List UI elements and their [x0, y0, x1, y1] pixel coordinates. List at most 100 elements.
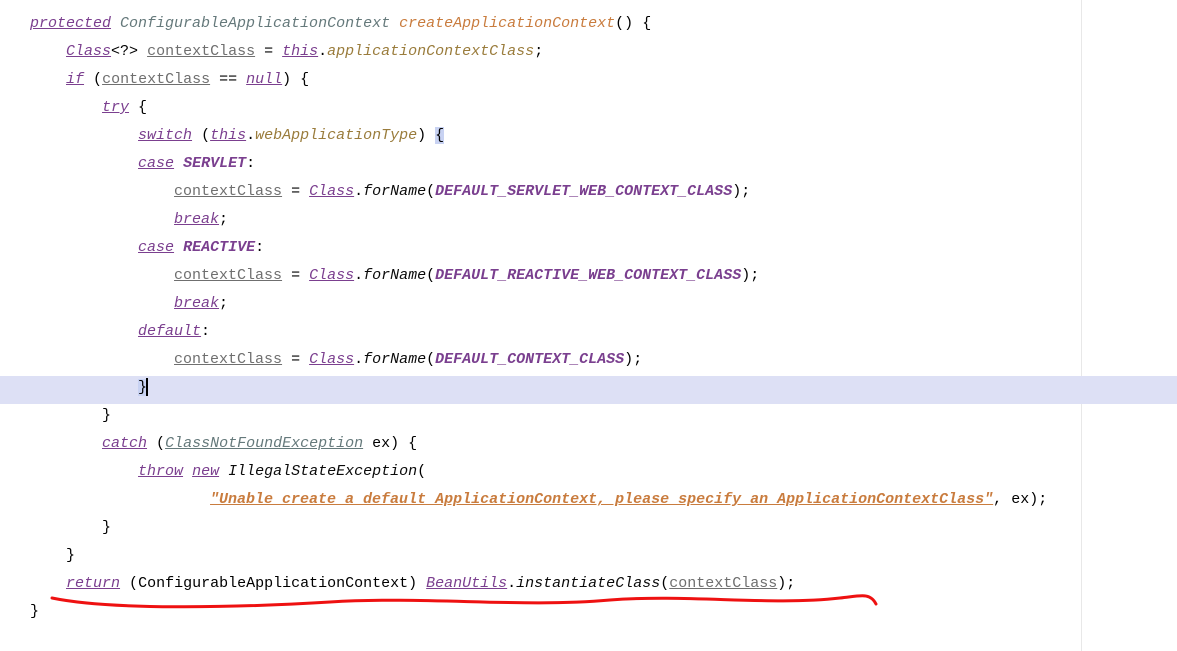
semicolon: ; [219, 211, 228, 228]
code-line: } [0, 598, 1177, 626]
code-line: if (contextClass == null) { [0, 66, 1177, 94]
var-contextclass: contextClass [102, 71, 210, 88]
code-line: switch (this.webApplicationType) { [0, 122, 1177, 150]
keyword-case: case [138, 155, 174, 172]
current-line-highlight [0, 376, 1177, 404]
field-webapplicationtype: webApplicationType [255, 127, 417, 144]
space [120, 575, 129, 592]
exception-class: ClassNotFoundException [165, 435, 363, 452]
dot: . [354, 267, 363, 284]
semicolon: ; [1038, 491, 1047, 508]
paren-close: ) [282, 71, 291, 88]
paren-open: ( [129, 575, 138, 592]
equals: = [282, 267, 309, 284]
brace-close: } [30, 603, 39, 620]
paren-open: ( [201, 127, 210, 144]
keyword-throw: throw [138, 463, 183, 480]
paren-open: ( [615, 15, 624, 32]
equals: = [282, 183, 309, 200]
space [192, 127, 201, 144]
code-line: protected ConfigurableApplicationContext… [0, 10, 1177, 38]
brace-open: { [408, 435, 417, 452]
paren-close: ) [417, 127, 426, 144]
semicolon: ; [219, 295, 228, 312]
brace-open: { [642, 15, 651, 32]
code-line: "Unable create a default ApplicationCont… [0, 486, 1177, 514]
string-literal: "Unable create a default ApplicationCont… [210, 491, 993, 508]
space [84, 71, 93, 88]
code-line: break; [0, 290, 1177, 318]
space [291, 71, 300, 88]
comma: , [993, 491, 1011, 508]
space [633, 15, 642, 32]
brace-close: } [66, 547, 75, 564]
semicolon: ; [534, 43, 543, 60]
dot: . [318, 43, 327, 60]
text-caret [146, 378, 148, 396]
class-ref: Class [309, 183, 354, 200]
code-line: case SERVLET: [0, 150, 1177, 178]
brace-open: { [300, 71, 309, 88]
return-type: ConfigurableApplicationContext [120, 15, 390, 32]
keyword-default: default [138, 323, 201, 340]
gutter [0, 0, 25, 651]
paren-close: ) [777, 575, 786, 592]
code-line: break; [0, 206, 1177, 234]
class-ref: Class [309, 351, 354, 368]
code-line: default: [0, 318, 1177, 346]
var-contextclass: contextClass [669, 575, 777, 592]
space [174, 239, 183, 256]
equals: = [282, 351, 309, 368]
keyword-switch: switch [138, 127, 192, 144]
keyword-new: new [192, 463, 219, 480]
call-instantiateclass: instantiateClass [516, 575, 660, 592]
var-contextclass: contextClass [174, 351, 282, 368]
semicolon: ; [633, 351, 642, 368]
keyword-this: this [282, 43, 318, 60]
enum-servlet: SERVLET [183, 155, 246, 172]
keyword-catch: catch [102, 435, 147, 452]
class-ref: Class [309, 267, 354, 284]
code-line: try { [0, 94, 1177, 122]
semicolon: ; [741, 183, 750, 200]
semicolon: ; [786, 575, 795, 592]
space [129, 99, 138, 116]
keyword-return: return [66, 575, 120, 592]
keyword-try: try [102, 99, 129, 116]
cast-type: ConfigurableApplicationContext [138, 575, 408, 592]
keyword-this: this [210, 127, 246, 144]
brace-close: } [102, 407, 111, 424]
brace-close: } [102, 519, 111, 536]
method-name: createApplicationContext [399, 15, 615, 32]
static-class-beanutils: BeanUtils [426, 575, 507, 592]
code-editor[interactable]: protected ConfigurableApplicationContext… [0, 0, 1177, 651]
generic: <?> [111, 43, 138, 60]
equals-equals: == [210, 71, 246, 88]
code-line: throw new IllegalStateException( [0, 458, 1177, 486]
paren-close: ) [390, 435, 399, 452]
brace-open: { [138, 99, 147, 116]
code-line: return (ConfigurableApplicationContext) … [0, 570, 1177, 598]
field-applicationcontextclass: applicationContextClass [327, 43, 534, 60]
space [111, 15, 120, 32]
paren-open: ( [426, 183, 435, 200]
keyword-case: case [138, 239, 174, 256]
space [138, 43, 147, 60]
brace-open-highlighted: { [435, 127, 444, 144]
keyword-protected: protected [30, 15, 111, 32]
paren-close: ) [408, 575, 417, 592]
code-line: catch (ClassNotFoundException ex) { [0, 430, 1177, 458]
enum-reactive: REACTIVE [183, 239, 255, 256]
code-line: } [0, 402, 1177, 430]
code-line: contextClass = Class.forName(DEFAULT_REA… [0, 262, 1177, 290]
paren-open: ( [660, 575, 669, 592]
space [390, 15, 399, 32]
paren-open: ( [426, 351, 435, 368]
call-forname: forName [363, 183, 426, 200]
equals: = [255, 43, 282, 60]
call-forname: forName [363, 267, 426, 284]
code-line: contextClass = Class.forName(DEFAULT_CON… [0, 346, 1177, 374]
space [417, 575, 426, 592]
call-forname: forName [363, 351, 426, 368]
paren-open: ( [417, 463, 426, 480]
